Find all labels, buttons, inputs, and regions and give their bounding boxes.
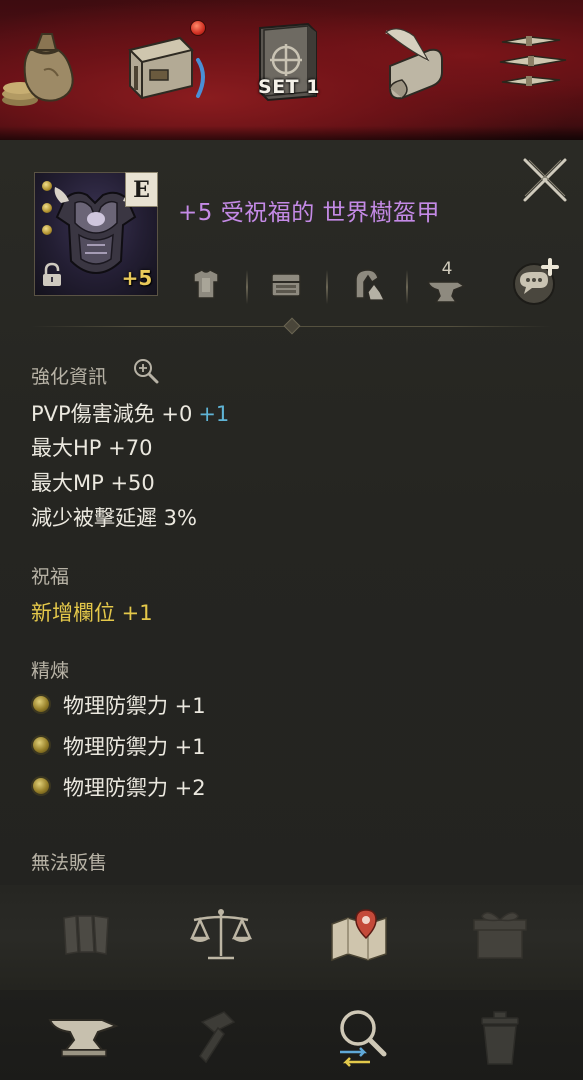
item-grade-badge: E xyxy=(125,172,158,207)
stat-max-mp: 最大MP +50 xyxy=(31,471,155,495)
anvil-icon[interactable] xyxy=(46,1012,120,1062)
refine-gem-icon xyxy=(33,737,49,753)
socket-dot xyxy=(42,203,52,213)
refine-gem-icon xyxy=(33,696,49,712)
menu-icon[interactable] xyxy=(496,20,578,112)
equipment-set-label: SET 1 xyxy=(258,76,320,98)
dismantle-icon[interactable] xyxy=(56,908,116,960)
share-chat-icon[interactable] xyxy=(510,256,562,308)
scale-icon[interactable] xyxy=(186,906,256,964)
socket-dot xyxy=(42,181,52,191)
refine-gem-icon xyxy=(33,778,49,794)
map-location-icon[interactable] xyxy=(328,906,392,964)
item-name: +5 受祝福的 世界樹盔甲 xyxy=(178,200,441,226)
top-navigation-bar: SET 1 xyxy=(0,0,583,140)
zoom-in-icon[interactable] xyxy=(132,357,160,385)
stat-hit-delay-reduction: 減少被擊延遲 3% xyxy=(31,506,197,530)
anvil-icon[interactable] xyxy=(424,272,468,316)
close-icon[interactable] xyxy=(519,154,571,206)
appearance-icon[interactable] xyxy=(346,262,390,306)
money-bag-icon[interactable] xyxy=(0,20,82,112)
magnifier-compare-icon[interactable] xyxy=(330,1004,396,1070)
blessing-stat: 新增欄位 +1 xyxy=(31,601,153,625)
gift-box-icon[interactable] xyxy=(470,906,530,964)
refine-header: 精煉 xyxy=(31,660,70,682)
notification-dot xyxy=(190,20,206,36)
trash-icon[interactable] xyxy=(474,1008,526,1068)
enhance-info-header: 強化資訊 xyxy=(31,366,108,388)
socket-dot xyxy=(42,225,52,235)
stat-pvp-damage-reduction: PVP傷害減免 +0 +1 xyxy=(31,402,230,426)
armor-preview-icon[interactable] xyxy=(184,262,228,306)
storage-chest-icon[interactable] xyxy=(264,262,308,306)
enhance-level-label: +5 xyxy=(121,266,153,290)
stat-max-hp: 最大HP +70 xyxy=(31,436,153,460)
hammer-icon[interactable] xyxy=(194,1008,248,1068)
trade-status: 無法販售 xyxy=(31,852,108,874)
blessing-header: 祝福 xyxy=(31,566,70,588)
lock-icon[interactable] xyxy=(40,262,64,288)
stat-bonus: +1 xyxy=(198,402,230,426)
backpack-icon[interactable] xyxy=(120,20,206,112)
equipment-set-book-icon[interactable] xyxy=(250,20,332,112)
quest-scroll-icon[interactable] xyxy=(378,20,460,112)
